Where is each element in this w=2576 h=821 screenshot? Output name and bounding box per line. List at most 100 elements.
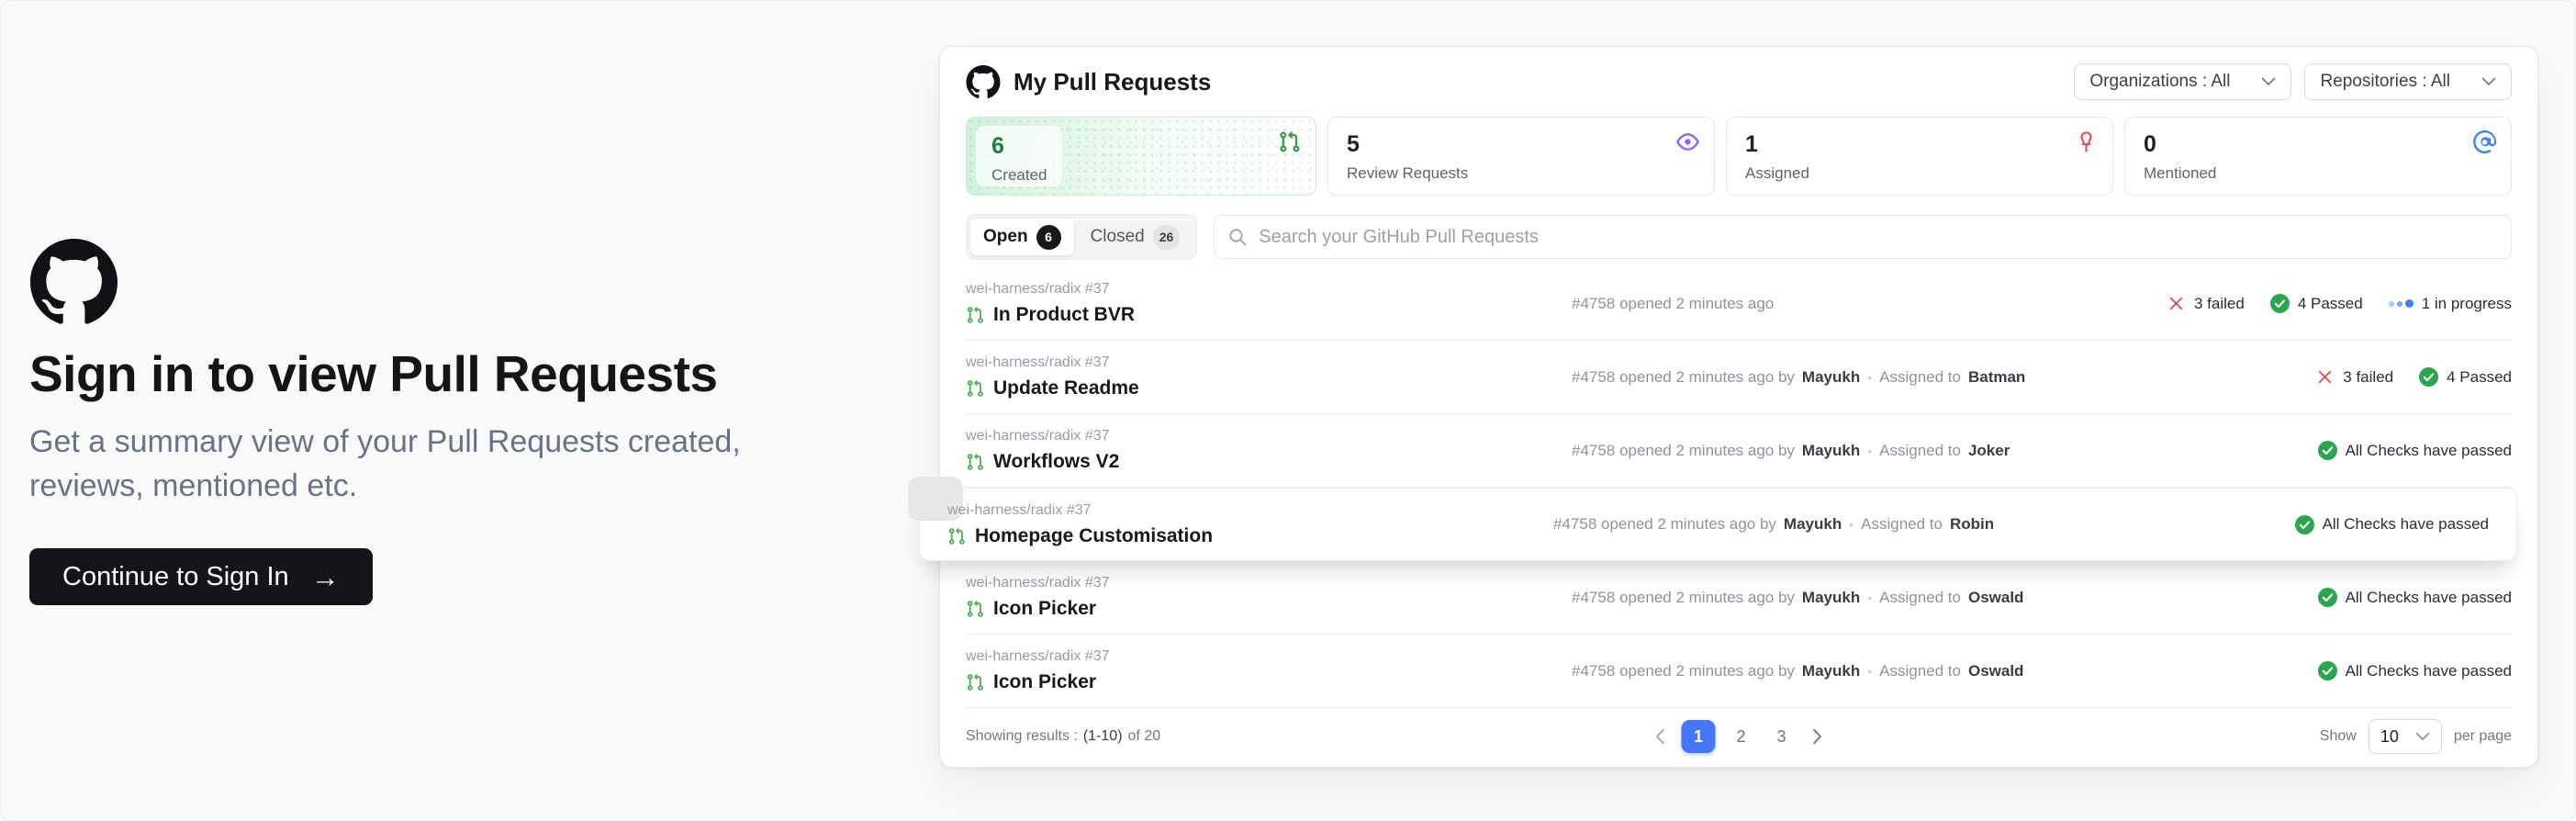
stat-card-created[interactable]: 6 Created [966, 117, 1316, 196]
pr-checks: All Checks have passed [2318, 441, 2512, 460]
tab-open[interactable]: Open 6 [970, 219, 1074, 255]
pr-checks: 3 failed 4 Passed [2315, 367, 2512, 387]
pr-repo: wei-harness/radix #37 [947, 502, 1553, 519]
pr-left: wei-harness/radix #37 Workflows V2 [966, 428, 1572, 473]
pr-left: wei-harness/radix #37 Homepage Customisa… [947, 502, 1553, 547]
check-circle-icon [2419, 367, 2438, 387]
chevron-left-icon [1654, 728, 1667, 745]
previous-page-button[interactable] [1651, 725, 1671, 748]
check-all-passed: All Checks have passed [2318, 661, 2512, 680]
pr-assignee: Oswald [1968, 662, 2023, 680]
tab-closed-label: Closed [1091, 227, 1145, 247]
pr-left: wei-harness/radix #37 Icon Picker [966, 575, 1572, 620]
panel-header: My Pull Requests Organizations : All Rep… [966, 47, 2512, 117]
pr-assignee: Robin [1950, 515, 1994, 534]
git-pull-request-icon [1278, 130, 1301, 153]
pr-row-update-readme[interactable]: wei-harness/radix #37 Update Readme #475… [966, 341, 2512, 414]
chevron-down-icon [2415, 732, 2430, 741]
continue-sign-in-button[interactable]: Continue to Sign In → [29, 548, 373, 605]
check-passed: 4 Passed [2270, 294, 2363, 313]
repositories-filter-dropdown[interactable]: Repositories : All [2304, 63, 2512, 100]
state-tabbar: Open 6 Closed 26 [966, 214, 1197, 260]
page-button-2[interactable]: 2 [1727, 720, 1756, 753]
check-failed: 3 failed [2315, 367, 2393, 387]
stat-review-value: 5 [1347, 131, 1696, 158]
search-icon [1227, 227, 1248, 247]
check-circle-icon [2318, 661, 2337, 680]
organizations-filter-dropdown[interactable]: Organizations : All [2074, 63, 2291, 100]
pr-title[interactable]: Update Readme [993, 377, 1139, 399]
meta-separator: • [1867, 444, 1872, 458]
results-prefix: Showing results : [966, 728, 1078, 745]
stat-card-review-requests[interactable]: 5 Review Requests [1327, 117, 1715, 196]
stat-mentioned-label: Mentioned [2144, 164, 2492, 183]
pr-row-in-product-bvr[interactable]: wei-harness/radix #37 In Product BVR #47… [966, 267, 2512, 341]
stat-created-value: 6 [991, 133, 1047, 160]
signin-title: Sign in to view Pull Requests [29, 346, 837, 403]
git-pull-request-icon [966, 673, 984, 692]
pr-checks: All Checks have passed [2318, 588, 2512, 607]
pr-checks: All Checks have passed [2318, 661, 2512, 680]
pr-meta-text: #4758 opened 2 minutes ago by [1572, 442, 1795, 460]
signin-button-label: Continue to Sign In [62, 562, 289, 592]
pr-title[interactable]: Homepage Customisation [975, 525, 1213, 547]
list-controls: Open 6 Closed 26 [966, 214, 2512, 260]
pr-row-workflows-v2[interactable]: wei-harness/radix #37 Workflows V2 #4758… [966, 414, 2512, 488]
pr-checks: All Checks have passed [2295, 515, 2489, 534]
pr-title[interactable]: Icon Picker [993, 671, 1096, 693]
pr-title-line: Homepage Customisation [947, 525, 1553, 547]
search-input[interactable] [1214, 215, 2512, 259]
chevron-down-icon [2261, 77, 2276, 86]
tab-closed[interactable]: Closed 26 [1078, 219, 1193, 255]
pr-assigned-label: Assigned to [1879, 662, 1961, 680]
x-failed-icon [2315, 367, 2335, 387]
arrow-right-icon: → [311, 563, 340, 591]
pr-title[interactable]: In Product BVR [993, 304, 1135, 326]
stat-card-mentioned[interactable]: 0 Mentioned [2124, 117, 2512, 196]
check-circle-icon [2270, 294, 2290, 313]
per-page-value: 10 [2380, 727, 2399, 747]
check-circle-icon [2318, 441, 2337, 460]
results-suffix: of 20 [1128, 728, 1161, 745]
check-all-passed: All Checks have passed [2295, 515, 2489, 534]
check-circle-icon [2295, 515, 2314, 534]
signin-section: Sign in to view Pull Requests Get a summ… [29, 239, 837, 605]
page-button-3[interactable]: 3 [1767, 720, 1797, 753]
pr-repo: wei-harness/radix #37 [966, 648, 1572, 665]
pr-title[interactable]: Icon Picker [993, 598, 1096, 620]
search-box [1214, 215, 2512, 259]
pr-title-line: Icon Picker [966, 671, 1572, 693]
git-pull-request-icon [966, 379, 984, 398]
pr-author: Mayukh [1802, 442, 1860, 460]
x-failed-icon [2167, 294, 2186, 313]
stat-assigned-value: 1 [1745, 131, 2094, 158]
pr-left: wei-harness/radix #37 Icon Picker [966, 648, 1572, 693]
check-failed: 3 failed [2167, 294, 2245, 313]
git-pull-request-icon [947, 527, 966, 545]
pr-row-icon-picker-1[interactable]: wei-harness/radix #37 Icon Picker #4758 … [966, 561, 2512, 635]
pr-meta-text: #4758 opened 2 minutes ago by [1572, 589, 1795, 607]
meta-separator: • [1867, 590, 1872, 605]
pr-title-line: In Product BVR [966, 304, 1572, 326]
filters: Organizations : All Repositories : All [2074, 63, 2512, 100]
pr-row-homepage-customisation[interactable]: wei-harness/radix #37 Homepage Customisa… [919, 488, 2517, 561]
page-button-1[interactable]: 1 [1682, 720, 1716, 753]
pr-title[interactable]: Workflows V2 [993, 451, 1119, 473]
check-all-passed: All Checks have passed [2318, 441, 2512, 460]
repositories-filter-label: Repositories : All [2320, 72, 2450, 92]
pr-repo: wei-harness/radix #37 [966, 428, 1572, 444]
stat-review-label: Review Requests [1347, 164, 1696, 183]
pr-row-icon-picker-2[interactable]: wei-harness/radix #37 Icon Picker #4758 … [966, 635, 2512, 708]
per-page-select[interactable]: 10 [2369, 719, 2442, 754]
pr-title-line: Icon Picker [966, 598, 1572, 620]
pr-meta-text: #4758 opened 2 minutes ago by [1572, 662, 1795, 680]
pr-assignee: Oswald [1968, 589, 2023, 607]
pagination: 1 2 3 [1651, 720, 1828, 753]
pr-assigned-label: Assigned to [1879, 368, 1961, 387]
stat-card-assigned[interactable]: 1 Assigned [1726, 117, 2113, 196]
pr-author: Mayukh [1802, 368, 1860, 387]
next-page-button[interactable] [1808, 725, 1828, 748]
pin-icon [2075, 130, 2098, 153]
pr-meta: #4758 opened 2 minutes ago by Mayukh • A… [1572, 368, 2315, 387]
git-pull-request-icon [966, 306, 984, 324]
